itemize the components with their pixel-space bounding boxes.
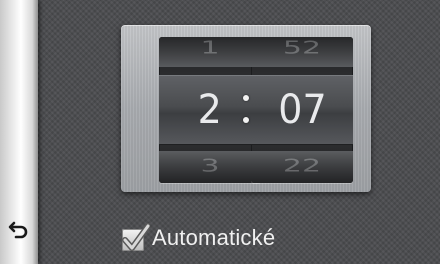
sidebar: [0, 0, 38, 264]
hours-next: 3: [159, 151, 261, 183]
flip-clock: 1 2 3 52 07 22: [121, 25, 371, 192]
minutes-drum[interactable]: 52 07 22: [251, 37, 353, 183]
back-button[interactable]: [6, 216, 32, 242]
automatic-checkbox-row[interactable]: Automatické: [120, 222, 275, 254]
minutes-next: 22: [251, 151, 353, 183]
hours-previous: 1: [159, 37, 261, 67]
minutes-current: 07: [251, 75, 353, 145]
automatic-label: Automatické: [152, 225, 276, 250]
checkmark-icon: [122, 223, 150, 251]
minutes-previous: 52: [251, 37, 353, 67]
automatic-checkbox[interactable]: [120, 223, 150, 253]
back-arrow-icon: [8, 221, 28, 239]
